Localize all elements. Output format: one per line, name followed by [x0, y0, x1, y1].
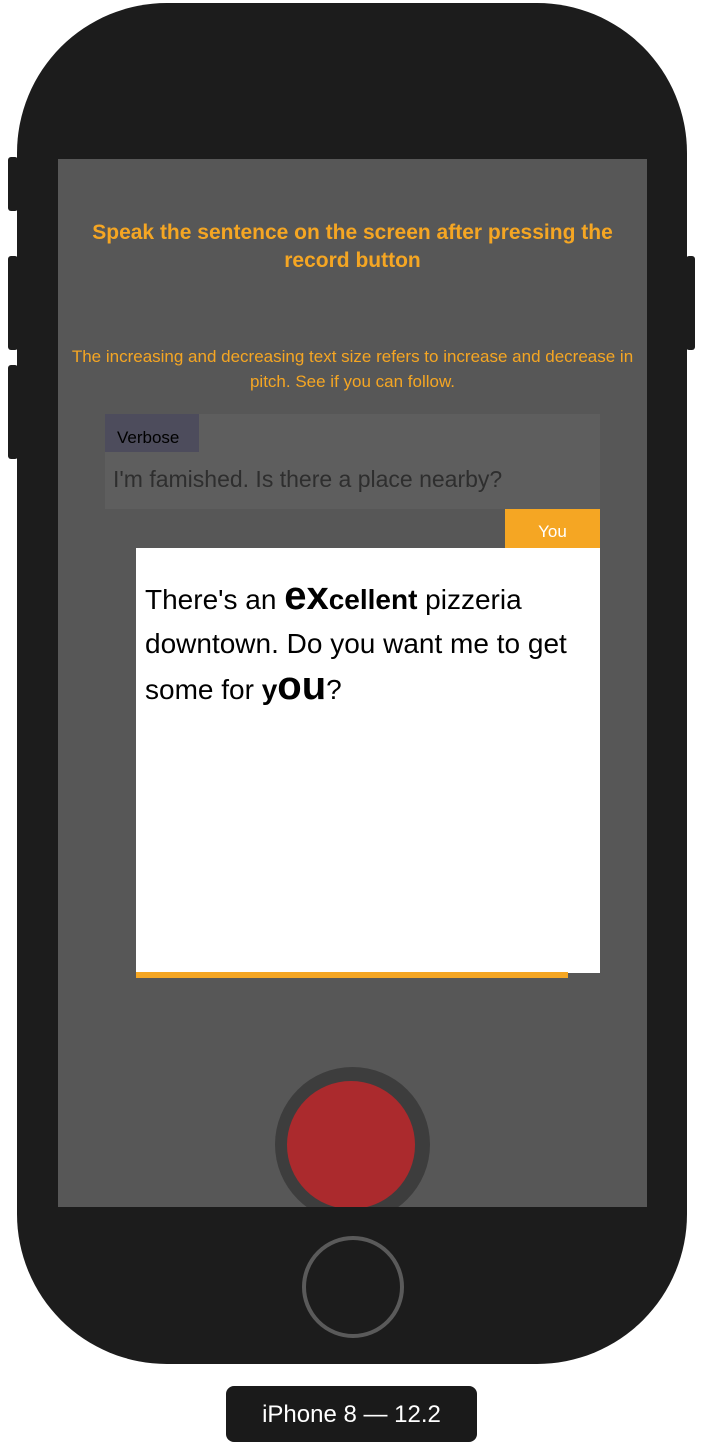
you-sentence-card: There's an excellent pizzeria downtown. …	[136, 548, 600, 973]
verbose-tag: Verbose	[105, 414, 199, 452]
pitch-instructions: The increasing and decreasing text size …	[71, 347, 634, 391]
target-sentence: There's an excellent pizzeria downtown. …	[145, 576, 595, 712]
mute-switch	[8, 157, 18, 211]
sentence-emphasis-high: ou	[277, 664, 327, 708]
app-screen: Speak the sentence on the screen after p…	[58, 159, 647, 1207]
sentence-part: There's an	[145, 584, 285, 615]
volume-down-button	[8, 365, 18, 459]
sentence-emphasis: cellent	[328, 584, 418, 615]
verbose-message: Verbose I'm famished. Is there a place n…	[105, 414, 600, 509]
sentence-emphasis-high: ex	[284, 574, 329, 618]
volume-up-button	[8, 256, 18, 350]
progress-bar	[136, 972, 568, 978]
page-title: Speak the sentence on the screen after p…	[92, 221, 613, 272]
home-button[interactable]	[302, 1236, 404, 1338]
sentence-part: ?	[326, 674, 342, 705]
record-button[interactable]	[287, 1081, 415, 1207]
sentence-emphasis: y	[261, 674, 278, 705]
verbose-sentence: I'm famished. Is there a place nearby?	[113, 466, 503, 492]
you-tag: You	[505, 509, 600, 548]
power-button	[686, 256, 695, 350]
device-label: iPhone 8 — 12.2	[226, 1386, 477, 1442]
